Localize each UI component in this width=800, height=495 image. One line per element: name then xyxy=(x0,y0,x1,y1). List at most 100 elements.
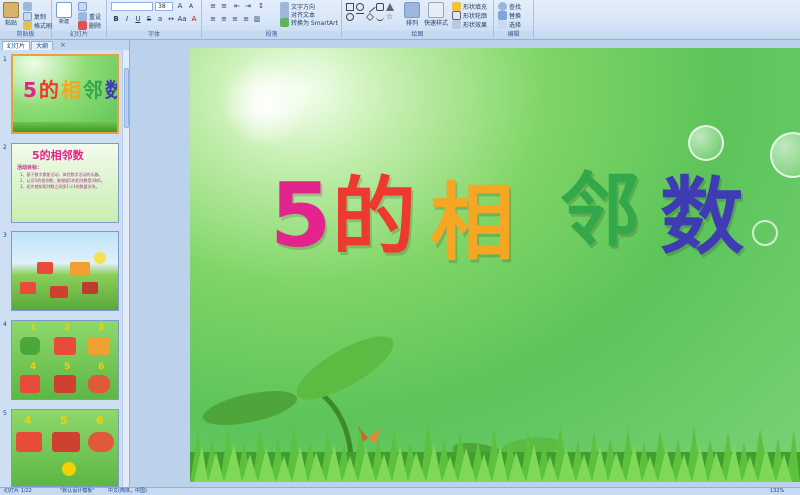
shape-fill-button[interactable]: 形状填充 xyxy=(452,2,487,11)
numbering-button[interactable]: ≡ xyxy=(219,2,229,11)
bullets-button[interactable]: ≡ xyxy=(208,2,218,11)
rectangle-shape-icon[interactable] xyxy=(346,3,354,11)
scissors-icon xyxy=(23,2,32,11)
bold-button[interactable]: B xyxy=(111,15,121,24)
circle-shape-icon[interactable] xyxy=(346,13,354,21)
group-label: 绘图 xyxy=(342,31,493,39)
increase-indent-button[interactable]: ⇥ xyxy=(243,2,253,11)
tab-slides[interactable]: 幻灯片 xyxy=(2,41,31,50)
arrange-button[interactable]: 排列 xyxy=(404,2,420,27)
font-name-input[interactable] xyxy=(111,2,153,11)
scroll-thumb[interactable] xyxy=(124,68,129,128)
copy-button[interactable]: 复制 xyxy=(23,12,46,21)
house-icon xyxy=(88,432,114,452)
strike-button[interactable]: S xyxy=(144,15,154,24)
slide-thumbnail-5[interactable]: 4 5 6 xyxy=(11,409,119,487)
house-icon xyxy=(37,262,53,274)
digit-label: 4 xyxy=(30,362,37,372)
slide-number: 4 xyxy=(3,321,7,328)
paste-button[interactable]: 粘贴 xyxy=(3,2,19,27)
justify-button[interactable]: ≡ xyxy=(241,15,251,24)
font-size-input[interactable]: 38 xyxy=(155,2,173,11)
shape-outline-button[interactable]: 形状轮廓 xyxy=(452,11,487,20)
house-icon xyxy=(54,375,76,393)
title-char-shu: 数 xyxy=(660,168,745,266)
slide-number: 2 xyxy=(3,144,7,151)
oval-shape-icon[interactable] xyxy=(356,3,364,11)
smartart-button[interactable]: 转换为 SmartArt xyxy=(280,18,338,27)
diamond-shape-icon[interactable] xyxy=(366,13,374,21)
case-button[interactable]: Aa xyxy=(177,15,187,24)
fill-bucket-icon xyxy=(452,2,461,11)
house-icon xyxy=(70,262,90,276)
shape-effects-button[interactable]: 形状效果 xyxy=(452,20,487,29)
paragraph-group: ≡ ≡ ⇤ ⇥ ↕ ≡ ≡ ≡ ≡ ▥ 文字方向 对齐文本 转换为 SmartA… xyxy=(202,0,342,40)
new-slide-button[interactable]: 新建 xyxy=(56,2,72,25)
triangle-shape-icon[interactable] xyxy=(386,3,394,11)
find-button[interactable]: 查找 xyxy=(498,2,521,11)
digit-label: 2 xyxy=(64,323,71,333)
align-right-button[interactable]: ≡ xyxy=(230,15,240,24)
grow-font-button[interactable]: A xyxy=(175,2,185,11)
italic-button[interactable]: I xyxy=(122,15,132,24)
current-slide[interactable]: 5 的 相 邻 数 xyxy=(190,48,800,482)
pane-scrollbar[interactable] xyxy=(122,50,129,487)
rounded-rect-shape-icon[interactable] xyxy=(376,3,384,11)
slide-thumbnail-4[interactable]: 1 2 3 4 5 6 xyxy=(11,320,119,400)
smartart-icon xyxy=(280,18,289,27)
slide-thumbnail-2[interactable]: 5的相邻数 活动目标： 1、基于数字素能活动，体验数学活动的乐趣。 2、认识5的… xyxy=(11,143,119,223)
underline-button[interactable]: U xyxy=(133,15,143,24)
select-button[interactable]: 选择 xyxy=(498,20,521,29)
slides-pane: 幻灯片 大纲 × 1 5的相邻数 2 5的相邻数 活动目标： 1、基于数字素能活… xyxy=(0,40,130,487)
clipboard-group: 粘贴 复制 格式刷 剪贴板 xyxy=(0,0,52,40)
tab-outline[interactable]: 大纲 xyxy=(31,41,54,50)
slide-title[interactable]: 5 的 相 邻 数 xyxy=(270,150,770,272)
format-painter-button[interactable]: 格式刷 xyxy=(23,21,52,30)
columns-button[interactable]: ▥ xyxy=(252,15,262,24)
shadow-button[interactable]: a xyxy=(155,15,165,24)
slide-thumbnail-3[interactable] xyxy=(11,231,119,311)
curve-shape-icon[interactable] xyxy=(376,13,384,21)
copy-icon xyxy=(23,12,32,21)
slide-thumbnail-1[interactable]: 5的相邻数 xyxy=(11,54,119,134)
delete-slide-button[interactable]: 删除 xyxy=(78,21,101,30)
delete-icon xyxy=(78,21,87,30)
title-char-5: 5 xyxy=(270,164,332,267)
slides-group: 新建 重设 删除 幻灯片 xyxy=(52,0,107,40)
spacing-button[interactable]: ↔ xyxy=(166,15,176,24)
shrink-font-button[interactable]: A xyxy=(186,2,196,11)
title-char-lin: 邻 xyxy=(560,164,640,257)
grass-illustration xyxy=(190,426,800,482)
language: 中文(简体，中国) xyxy=(108,488,147,494)
sun-glow xyxy=(220,58,310,148)
reset-button[interactable]: 重设 xyxy=(78,12,101,21)
star-shape-icon[interactable]: ☆ xyxy=(386,13,394,21)
align-left-button[interactable]: ≡ xyxy=(208,15,218,24)
arrange-icon xyxy=(404,2,420,18)
thumbnail-title: 5的相邻数 xyxy=(23,78,117,102)
group-label: 剪贴板 xyxy=(0,31,51,39)
layout-button[interactable] xyxy=(78,2,87,11)
house-icon xyxy=(54,337,76,355)
editing-group: 查找 替换 选择 编辑 xyxy=(494,0,534,40)
slide-number: 3 xyxy=(3,232,7,239)
decrease-indent-button[interactable]: ⇤ xyxy=(232,2,242,11)
digit-label: 5 xyxy=(60,414,68,427)
thumbnail-title: 5的相邻数 xyxy=(32,149,84,162)
quick-styles-button[interactable]: 快速样式 xyxy=(424,2,448,27)
font-color-button[interactable]: A xyxy=(189,15,199,24)
font-group: 38 A A B I U S a ↔ Aa A 字体 xyxy=(107,0,202,40)
select-icon xyxy=(498,20,507,29)
cut-button[interactable] xyxy=(23,2,32,11)
line-spacing-button[interactable]: ↕ xyxy=(256,2,266,11)
house-icon xyxy=(88,375,110,393)
zoom-level[interactable]: 132% xyxy=(770,488,784,495)
replace-button[interactable]: 替换 xyxy=(498,11,521,20)
find-icon xyxy=(498,2,507,11)
align-center-button[interactable]: ≡ xyxy=(219,15,229,24)
effects-icon xyxy=(452,20,461,29)
line-shape-icon[interactable] xyxy=(364,1,376,13)
ribbon: 粘贴 复制 格式刷 剪贴板 新建 重设 删除 幻灯片 38 A A B I U … xyxy=(0,0,800,40)
close-icon[interactable]: × xyxy=(60,41,66,50)
arrow-shape-icon[interactable] xyxy=(356,13,364,21)
